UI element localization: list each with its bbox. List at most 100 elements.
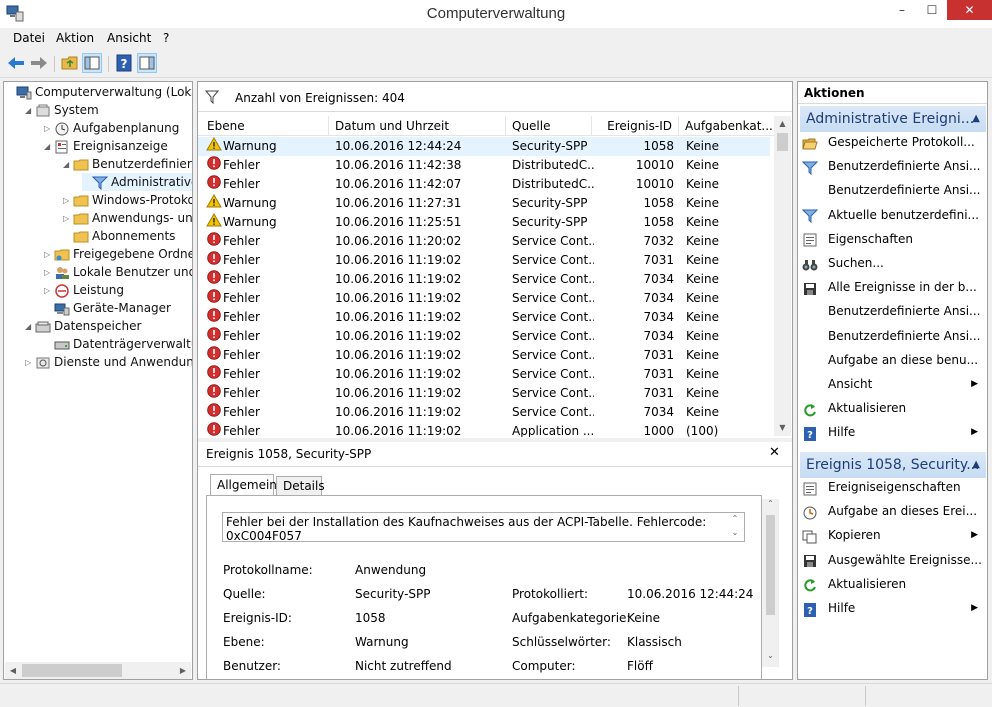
table-row[interactable]: Fehler 10.06.2016 11:19:02 Service Cont...…	[198, 289, 770, 308]
expander-icon[interactable]: ▷	[44, 264, 54, 282]
table-row[interactable]: Fehler 10.06.2016 11:42:07 DistributedC...…	[198, 175, 770, 194]
close-button[interactable]: ✕	[947, 0, 992, 20]
action-aufgabe-an-diese-benu[interactable]: Aufgabe an diese benu...	[802, 349, 986, 371]
scroll-thumb[interactable]	[766, 515, 775, 615]
action-aktualisieren[interactable]: Aktualisieren	[802, 573, 986, 595]
back-arrow-icon[interactable]	[6, 53, 26, 73]
menu-help[interactable]: ?	[163, 31, 169, 45]
column-header-ereignis-id[interactable]: Ereignis-ID	[592, 116, 679, 136]
maximize-button[interactable]: ☐	[917, 0, 947, 20]
action-aktuelle-benutzerdefini[interactable]: Aktuelle benutzerdefini...	[802, 204, 986, 226]
action-benutzerdefinierte-ansi[interactable]: Benutzerdefinierte Ansi...	[802, 179, 986, 201]
tree-node-datenträgerverwaltung[interactable]: Datenträgerverwaltung	[44, 335, 192, 353]
minimize-button[interactable]: –	[887, 0, 917, 20]
detail-close-icon[interactable]: ✕	[769, 445, 780, 460]
action-ereigniseigenschaften[interactable]: Ereigniseigenschaften	[802, 476, 986, 498]
expander-icon[interactable]: ▷	[44, 246, 54, 264]
table-row[interactable]: Fehler 10.06.2016 11:42:38 DistributedC...…	[198, 156, 770, 175]
detail-vertical-scrollbar[interactable]: ⌃ ⌄	[762, 499, 779, 667]
message-scroll-down-icon[interactable]: ⌄	[728, 528, 742, 540]
action-benutzerdefinierte-ansi[interactable]: Benutzerdefinierte Ansi...	[802, 325, 986, 347]
table-row[interactable]: Warnung 10.06.2016 11:25:51 Security-SPP 10…	[198, 213, 770, 232]
forward-arrow-icon[interactable]	[29, 53, 49, 73]
message-scroll-up-icon[interactable]: ⌃	[728, 514, 742, 526]
action-kopieren[interactable]: Kopieren ▶	[802, 524, 986, 546]
tab-details[interactable]: Details	[276, 476, 325, 496]
tab-allgemein[interactable]: Allgemein	[210, 474, 277, 496]
action-benutzerdefinierte-ansi[interactable]: Benutzerdefinierte Ansi...	[802, 300, 986, 322]
table-row[interactable]: Fehler 10.06.2016 11:20:02 Service Cont...…	[198, 232, 770, 251]
action-ausgewählte-ereignisse[interactable]: Ausgewählte Ereignisse...	[802, 549, 986, 571]
event-message-box[interactable]: Fehler bei der Installation des Kaufnach…	[222, 512, 745, 542]
tree-node-freigegebene-ordner[interactable]: ▷ Freigegebene Ordner	[44, 245, 192, 263]
menu-aktion[interactable]: Aktion	[56, 31, 94, 45]
table-row[interactable]: Warnung 10.06.2016 12:44:24 Security-SPP 10…	[198, 137, 770, 156]
action-pane-toggle[interactable]	[137, 53, 157, 73]
actions-section-administrative[interactable]: Administrative Ereigni... ▲	[800, 106, 986, 132]
tree-node-administrative-e[interactable]: Administrative E	[82, 173, 192, 191]
action-gespeicherte-protokoll[interactable]: Gespeicherte Protokoll...	[802, 131, 986, 153]
table-row[interactable]: Fehler 10.06.2016 11:19:02 Service Cont...…	[198, 308, 770, 327]
console-tree-toggle[interactable]	[82, 53, 102, 73]
table-row[interactable]: Fehler 10.06.2016 11:19:02 Service Cont...…	[198, 365, 770, 384]
column-header-ebene[interactable]: Ebene	[201, 116, 329, 136]
menu-ansicht[interactable]: Ansicht	[107, 31, 151, 45]
action-alle-ereignisse-in-der-b[interactable]: Alle Ereignisse in der b...	[802, 276, 986, 298]
column-header-datum[interactable]: Datum und Uhrzeit	[329, 116, 506, 136]
table-row[interactable]: Fehler 10.06.2016 11:19:02 Service Cont...…	[198, 251, 770, 270]
table-row[interactable]: Fehler 10.06.2016 11:19:02 Service Cont...…	[198, 327, 770, 346]
table-row[interactable]: Fehler 10.06.2016 11:19:02 Service Cont...…	[198, 384, 770, 403]
action-hilfe[interactable]: ? Hilfe ▶	[802, 597, 986, 619]
scroll-left-arrow-icon[interactable]: ◀	[5, 662, 21, 679]
table-row[interactable]: Fehler 10.06.2016 11:19:02 Application ...…	[198, 422, 770, 437]
action-aufgabe-an-dieses-erei[interactable]: Aufgabe an dieses Erei...	[802, 500, 986, 522]
action-suchen[interactable]: Suchen...	[802, 252, 986, 274]
scroll-down-arrow-icon[interactable]: ▼	[774, 420, 791, 436]
expander-icon[interactable]: ▷	[63, 192, 73, 210]
help-icon[interactable]: ?	[114, 53, 134, 73]
tree-node-abonnements[interactable]: Abonnements	[63, 227, 192, 245]
expander-icon[interactable]: ◢	[25, 102, 35, 120]
action-hilfe[interactable]: ? Hilfe ▶	[802, 421, 986, 443]
tree-node-ereignisanzeige[interactable]: ◢ Ereignisanzeige	[44, 137, 192, 155]
expander-icon[interactable]: ▷	[44, 282, 54, 300]
tree-node-leistung[interactable]: ▷ Leistung	[44, 281, 192, 299]
tree-node-benutzerdefinierte-a[interactable]: ◢ Benutzerdefinierte A	[63, 155, 192, 173]
table-row[interactable]: Fehler 10.06.2016 11:19:02 Service Cont...…	[198, 346, 770, 365]
scroll-thumb[interactable]	[22, 664, 122, 677]
tree-node-computerverwaltung-lokal[interactable]: Computerverwaltung (Lokal)	[6, 83, 192, 101]
table-row[interactable]: Fehler 10.06.2016 11:19:02 Service Cont...…	[198, 270, 770, 289]
tree-node-datenspeicher[interactable]: ◢ Datenspeicher	[25, 317, 192, 335]
tree-node-aufgabenplanung[interactable]: ▷ Aufgabenplanung	[44, 119, 192, 137]
scroll-down-arrow-icon[interactable]: ⌄	[762, 651, 779, 665]
expander-icon[interactable]: ▷	[25, 354, 35, 372]
actions-section-event[interactable]: Ereignis 1058, Security... ▲	[800, 452, 986, 478]
scroll-up-arrow-icon[interactable]: ▲	[774, 116, 791, 132]
tree-node-geräte-manager[interactable]: Geräte-Manager	[44, 299, 192, 317]
expander-icon[interactable]: ◢	[25, 318, 35, 336]
action-ansicht[interactable]: Ansicht ▶	[802, 373, 986, 395]
table-row[interactable]: Fehler 10.06.2016 11:19:02 Service Cont...…	[198, 403, 770, 422]
tree-node-dienste-und-anwendungen[interactable]: ▷ Dienste und Anwendungen	[25, 353, 192, 371]
up-folder-icon[interactable]	[60, 53, 80, 73]
scroll-up-arrow-icon[interactable]: ⌃	[762, 499, 779, 513]
tree-node-anwendungs-und-d[interactable]: ▷ Anwendungs- und D	[63, 209, 192, 227]
scroll-thumb[interactable]	[777, 133, 788, 151]
column-header-aufgabenkategorie[interactable]: Aufgabenkat...	[679, 116, 774, 136]
scroll-right-arrow-icon[interactable]: ▶	[175, 662, 191, 679]
column-header-quelle[interactable]: Quelle	[506, 116, 592, 136]
menu-datei[interactable]: Datei	[13, 31, 45, 45]
collapse-up-icon[interactable]: ▲	[972, 106, 980, 132]
action-benutzerdefinierte-ansi[interactable]: Benutzerdefinierte Ansi...	[802, 155, 986, 177]
tree-node-system[interactable]: ◢ System	[25, 101, 192, 119]
action-aktualisieren[interactable]: Aktualisieren	[802, 397, 986, 419]
action-eigenschaften[interactable]: Eigenschaften	[802, 228, 986, 250]
table-row[interactable]: Warnung 10.06.2016 11:27:31 Security-SPP 10…	[198, 194, 770, 213]
collapse-up-icon[interactable]: ▲	[972, 452, 980, 478]
expander-icon[interactable]: ◢	[63, 156, 73, 174]
expander-icon[interactable]: ◢	[44, 138, 54, 156]
expander-icon[interactable]: ▷	[44, 120, 54, 138]
list-vertical-scrollbar[interactable]: ▲ ▼	[774, 116, 791, 436]
expander-icon[interactable]: ▷	[63, 210, 73, 228]
tree-node-windows-protokolle[interactable]: ▷ Windows-Protokolle	[63, 191, 192, 209]
